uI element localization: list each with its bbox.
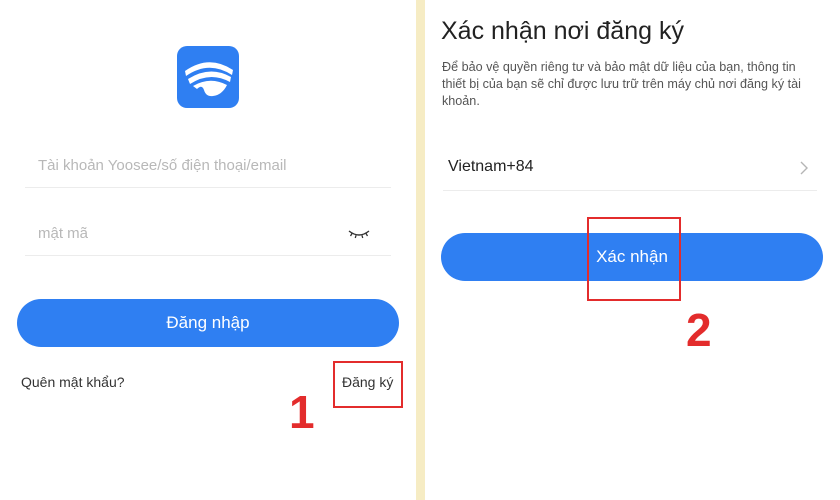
register-highlight-box [333, 361, 403, 408]
login-screen: Đăng nhập Quên mật khẩu? Đăng ký 1 [0, 0, 416, 500]
privacy-description: Để bảo vệ quyền riêng tư và bảo mật dữ l… [442, 60, 801, 108]
step-2-label: 2 [686, 304, 712, 356]
login-button[interactable]: Đăng nhập [17, 299, 399, 347]
closed-eye-icon[interactable] [347, 223, 371, 243]
yoosee-logo-icon [177, 46, 239, 108]
region-confirm-screen: Xác nhận nơi đăng ký Để bảo vệ quyền riê… [425, 0, 840, 500]
password-input[interactable] [25, 224, 391, 242]
account-input[interactable] [25, 156, 391, 174]
page-title: Xác nhận nơi đăng ký [441, 17, 684, 45]
password-field [25, 211, 391, 256]
account-field [25, 143, 391, 188]
forgot-password-link[interactable]: Quên mật khẩu? [21, 374, 125, 390]
chevron-right-icon [800, 161, 808, 175]
step-1-label: 1 [289, 386, 315, 438]
confirm-highlight-box [587, 217, 681, 301]
region-value: Vietnam+84 [448, 158, 534, 175]
region-selector[interactable]: Vietnam+84 [443, 144, 817, 191]
